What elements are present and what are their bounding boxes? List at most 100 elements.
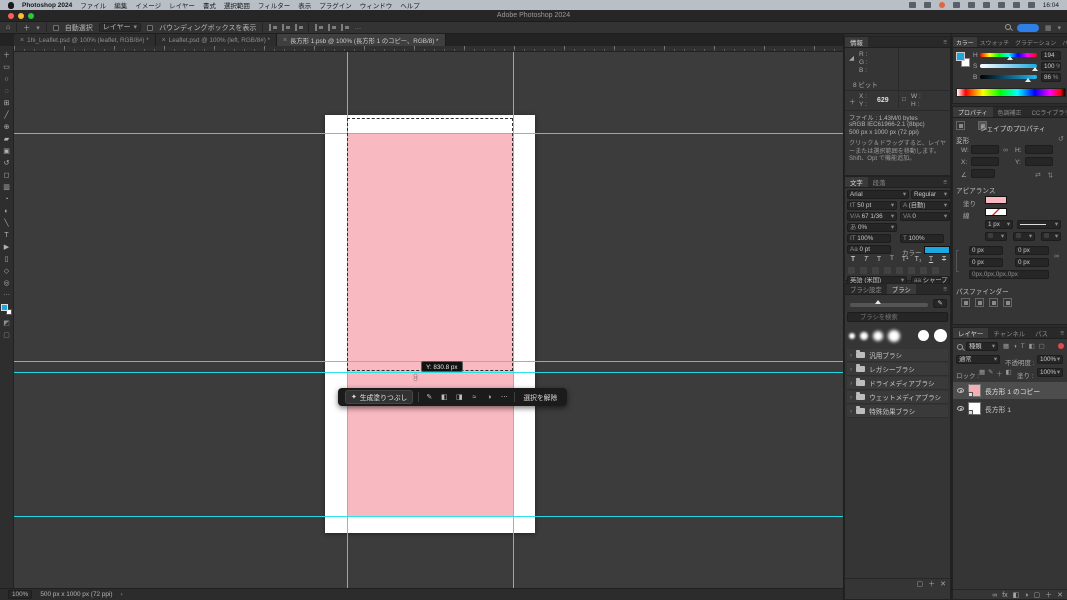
filter-adjustment-layers-icon[interactable]: ◑ bbox=[1013, 343, 1017, 350]
flip-horizontal-icon[interactable]: ⇄ bbox=[1035, 171, 1041, 179]
menu-view[interactable]: 表示 bbox=[298, 0, 311, 10]
tab-brushes[interactable]: ブラシ bbox=[886, 284, 916, 294]
layer-thumbnail[interactable] bbox=[968, 402, 981, 415]
blend-mode-select[interactable]: 通常 ▾ bbox=[956, 355, 1000, 364]
corner-radius-br-field[interactable]: 0 px bbox=[1015, 258, 1049, 267]
tab-paragraph[interactable]: 段落 bbox=[868, 177, 891, 187]
wifi-icon[interactable] bbox=[997, 2, 1005, 8]
foreground-color-swatch[interactable] bbox=[1, 304, 8, 311]
appearance-section-label[interactable]: アピアランス bbox=[956, 185, 995, 195]
tab-channels[interactable]: チャンネル bbox=[988, 328, 1030, 338]
share-button[interactable] bbox=[1016, 23, 1039, 32]
pathfinder-section-label[interactable]: パスファインダー bbox=[956, 286, 1009, 296]
lock-buttons[interactable]: ▦ ✎ ＋ ◧ bbox=[979, 369, 1011, 378]
panel-menu-icon[interactable]: ≡ bbox=[943, 177, 950, 187]
tab-properties[interactable]: プロパティ bbox=[953, 107, 993, 117]
close-tab-icon[interactable]: × bbox=[20, 37, 24, 44]
tab-color[interactable]: カラー bbox=[953, 37, 977, 47]
soft-brush-preview[interactable] bbox=[849, 332, 855, 339]
foreground-color-swatch[interactable] bbox=[956, 52, 965, 61]
saturation-value[interactable]: 100 % bbox=[1041, 62, 1061, 71]
menu-filter[interactable]: フィルター bbox=[258, 0, 290, 10]
subtract-shape-icon[interactable] bbox=[975, 298, 984, 307]
font-size-field[interactable]: tT 50 pt ▾ bbox=[847, 201, 897, 210]
apple-menu-icon[interactable] bbox=[8, 1, 14, 9]
app-menu[interactable]: Photoshop 2024 bbox=[22, 2, 72, 9]
horizontal-ruler[interactable] bbox=[14, 46, 843, 52]
brush-folder-special-effects[interactable]: › 特殊効果ブラシ bbox=[847, 405, 948, 418]
tool-dodge-icon[interactable]: ◐ bbox=[1, 206, 13, 217]
document-tab-2[interactable]: × Leaflet.psd @ 100% (left, RGB/8#) * bbox=[155, 34, 277, 46]
saturation-slider-thumb[interactable] bbox=[1032, 67, 1038, 71]
tab-info[interactable]: 情報 bbox=[845, 37, 868, 47]
new-brush-icon[interactable]: ＋ bbox=[928, 579, 935, 589]
layer-row-copy[interactable]: 長方形 1 のコピー bbox=[953, 382, 1067, 399]
faux-bold-button[interactable]: T bbox=[847, 256, 859, 263]
brush-folder-dry-media[interactable]: › ドライメディアブラシ bbox=[847, 377, 948, 390]
flip-vertical-icon[interactable]: ⇄ bbox=[1046, 172, 1054, 178]
menu-file[interactable]: ファイル bbox=[80, 0, 106, 10]
stroke-corner-select[interactable]: ▾ bbox=[1041, 232, 1061, 241]
y-field[interactable] bbox=[1025, 157, 1053, 166]
record-status-icon[interactable] bbox=[938, 2, 945, 8]
tool-path-select-icon[interactable]: ▶ bbox=[1, 242, 13, 253]
workspace-search-icon[interactable] bbox=[1004, 23, 1011, 32]
input-source-icon[interactable] bbox=[967, 2, 975, 8]
tab-layers[interactable]: レイヤー bbox=[953, 328, 989, 338]
layer-filtering-toggle[interactable] bbox=[1058, 343, 1064, 349]
tool-marquee-icon[interactable]: ▭ bbox=[1, 62, 13, 73]
move-tool-icon[interactable]: ＋ bbox=[23, 23, 30, 33]
auto-select-target-dropdown[interactable]: レイヤー ▾ bbox=[98, 23, 142, 32]
layer-visibility-eye-icon[interactable] bbox=[957, 388, 964, 393]
quick-mask-icon[interactable]: ◩ bbox=[1, 318, 13, 329]
status-icon-2[interactable] bbox=[923, 2, 931, 8]
strikethrough-button[interactable]: T bbox=[938, 256, 950, 263]
panel-menu-icon[interactable]: ≡ bbox=[943, 284, 950, 294]
brush-edit-icon[interactable]: ✎ bbox=[933, 299, 947, 308]
reset-transform-icon[interactable]: ↺ bbox=[1058, 135, 1064, 143]
generative-fill-button[interactable]: ✦ 生成塗りつぶし bbox=[345, 390, 414, 404]
tracking-field[interactable]: VA 0 ▾ bbox=[900, 212, 950, 221]
tab-character[interactable]: 文字 bbox=[845, 177, 868, 187]
status-icon-1[interactable] bbox=[908, 2, 916, 8]
corner-radius-all-field[interactable]: 0px,0px,0px,0px bbox=[969, 270, 1049, 279]
corner-radius-tl-field[interactable]: 0 px bbox=[969, 246, 1003, 255]
link-layers-icon[interactable]: ∞ bbox=[992, 592, 997, 599]
foreground-background-swatches[interactable] bbox=[1, 304, 12, 315]
tab-gradients[interactable]: グラデーション bbox=[1012, 37, 1059, 47]
fill-color-swatch[interactable] bbox=[985, 196, 1007, 204]
menu-image[interactable]: イメージ bbox=[135, 0, 161, 10]
saturation-slider[interactable] bbox=[980, 64, 1037, 68]
distribute-top-icon[interactable] bbox=[315, 24, 324, 31]
text-color-swatch[interactable] bbox=[924, 246, 950, 254]
opentype-feature-buttons[interactable] bbox=[848, 267, 939, 274]
menu-edit[interactable]: 編集 bbox=[114, 0, 127, 10]
search-icon[interactable] bbox=[1012, 2, 1020, 8]
panel-expand-icon[interactable]: ▾ bbox=[1057, 24, 1061, 32]
link-radius-icon[interactable]: ∞ bbox=[1054, 253, 1059, 260]
distribute-middle-icon[interactable] bbox=[328, 24, 337, 31]
deselect-button[interactable]: 選択を解除 bbox=[520, 392, 560, 402]
layer-effects-icon[interactable]: fx bbox=[1002, 592, 1007, 599]
select-subject-icon[interactable]: ✎ bbox=[424, 393, 434, 401]
font-style-select[interactable]: Regular ▾ bbox=[911, 190, 950, 199]
tool-history-brush-icon[interactable]: ↺ bbox=[1, 158, 13, 169]
menu-layer[interactable]: レイヤー bbox=[169, 0, 195, 10]
tool-type-icon[interactable]: T bbox=[1, 230, 13, 241]
menubar-clock[interactable]: 16:04 bbox=[1043, 2, 1059, 9]
panel-menu-icon[interactable]: ≡ bbox=[943, 37, 950, 47]
lock-all-icon[interactable]: ◧ bbox=[1006, 369, 1012, 378]
filter-type-layers-icon[interactable]: T bbox=[1021, 343, 1025, 350]
tool-pen-icon[interactable]: ╲ bbox=[1, 218, 13, 229]
menu-window[interactable]: ウィンドウ bbox=[360, 0, 393, 10]
underline-button[interactable]: T bbox=[925, 256, 937, 263]
layer-name[interactable]: 長方形 1 bbox=[985, 404, 1011, 414]
tool-zoom-icon[interactable]: ◎ bbox=[1, 278, 13, 289]
layer-row-original[interactable]: 長方形 1 bbox=[953, 400, 1067, 417]
tool-clone-stamp-icon[interactable]: ▣ bbox=[1, 146, 13, 157]
tab-brush-settings[interactable]: ブラシ設定 bbox=[845, 284, 887, 294]
color-spectrum-bar[interactable] bbox=[956, 88, 1066, 97]
tool-healing-icon[interactable]: ⊕ bbox=[1, 122, 13, 133]
delete-brush-icon[interactable]: ✕ bbox=[940, 580, 946, 588]
brush-folder-legacy[interactable]: › レガシーブラシ bbox=[847, 363, 948, 376]
